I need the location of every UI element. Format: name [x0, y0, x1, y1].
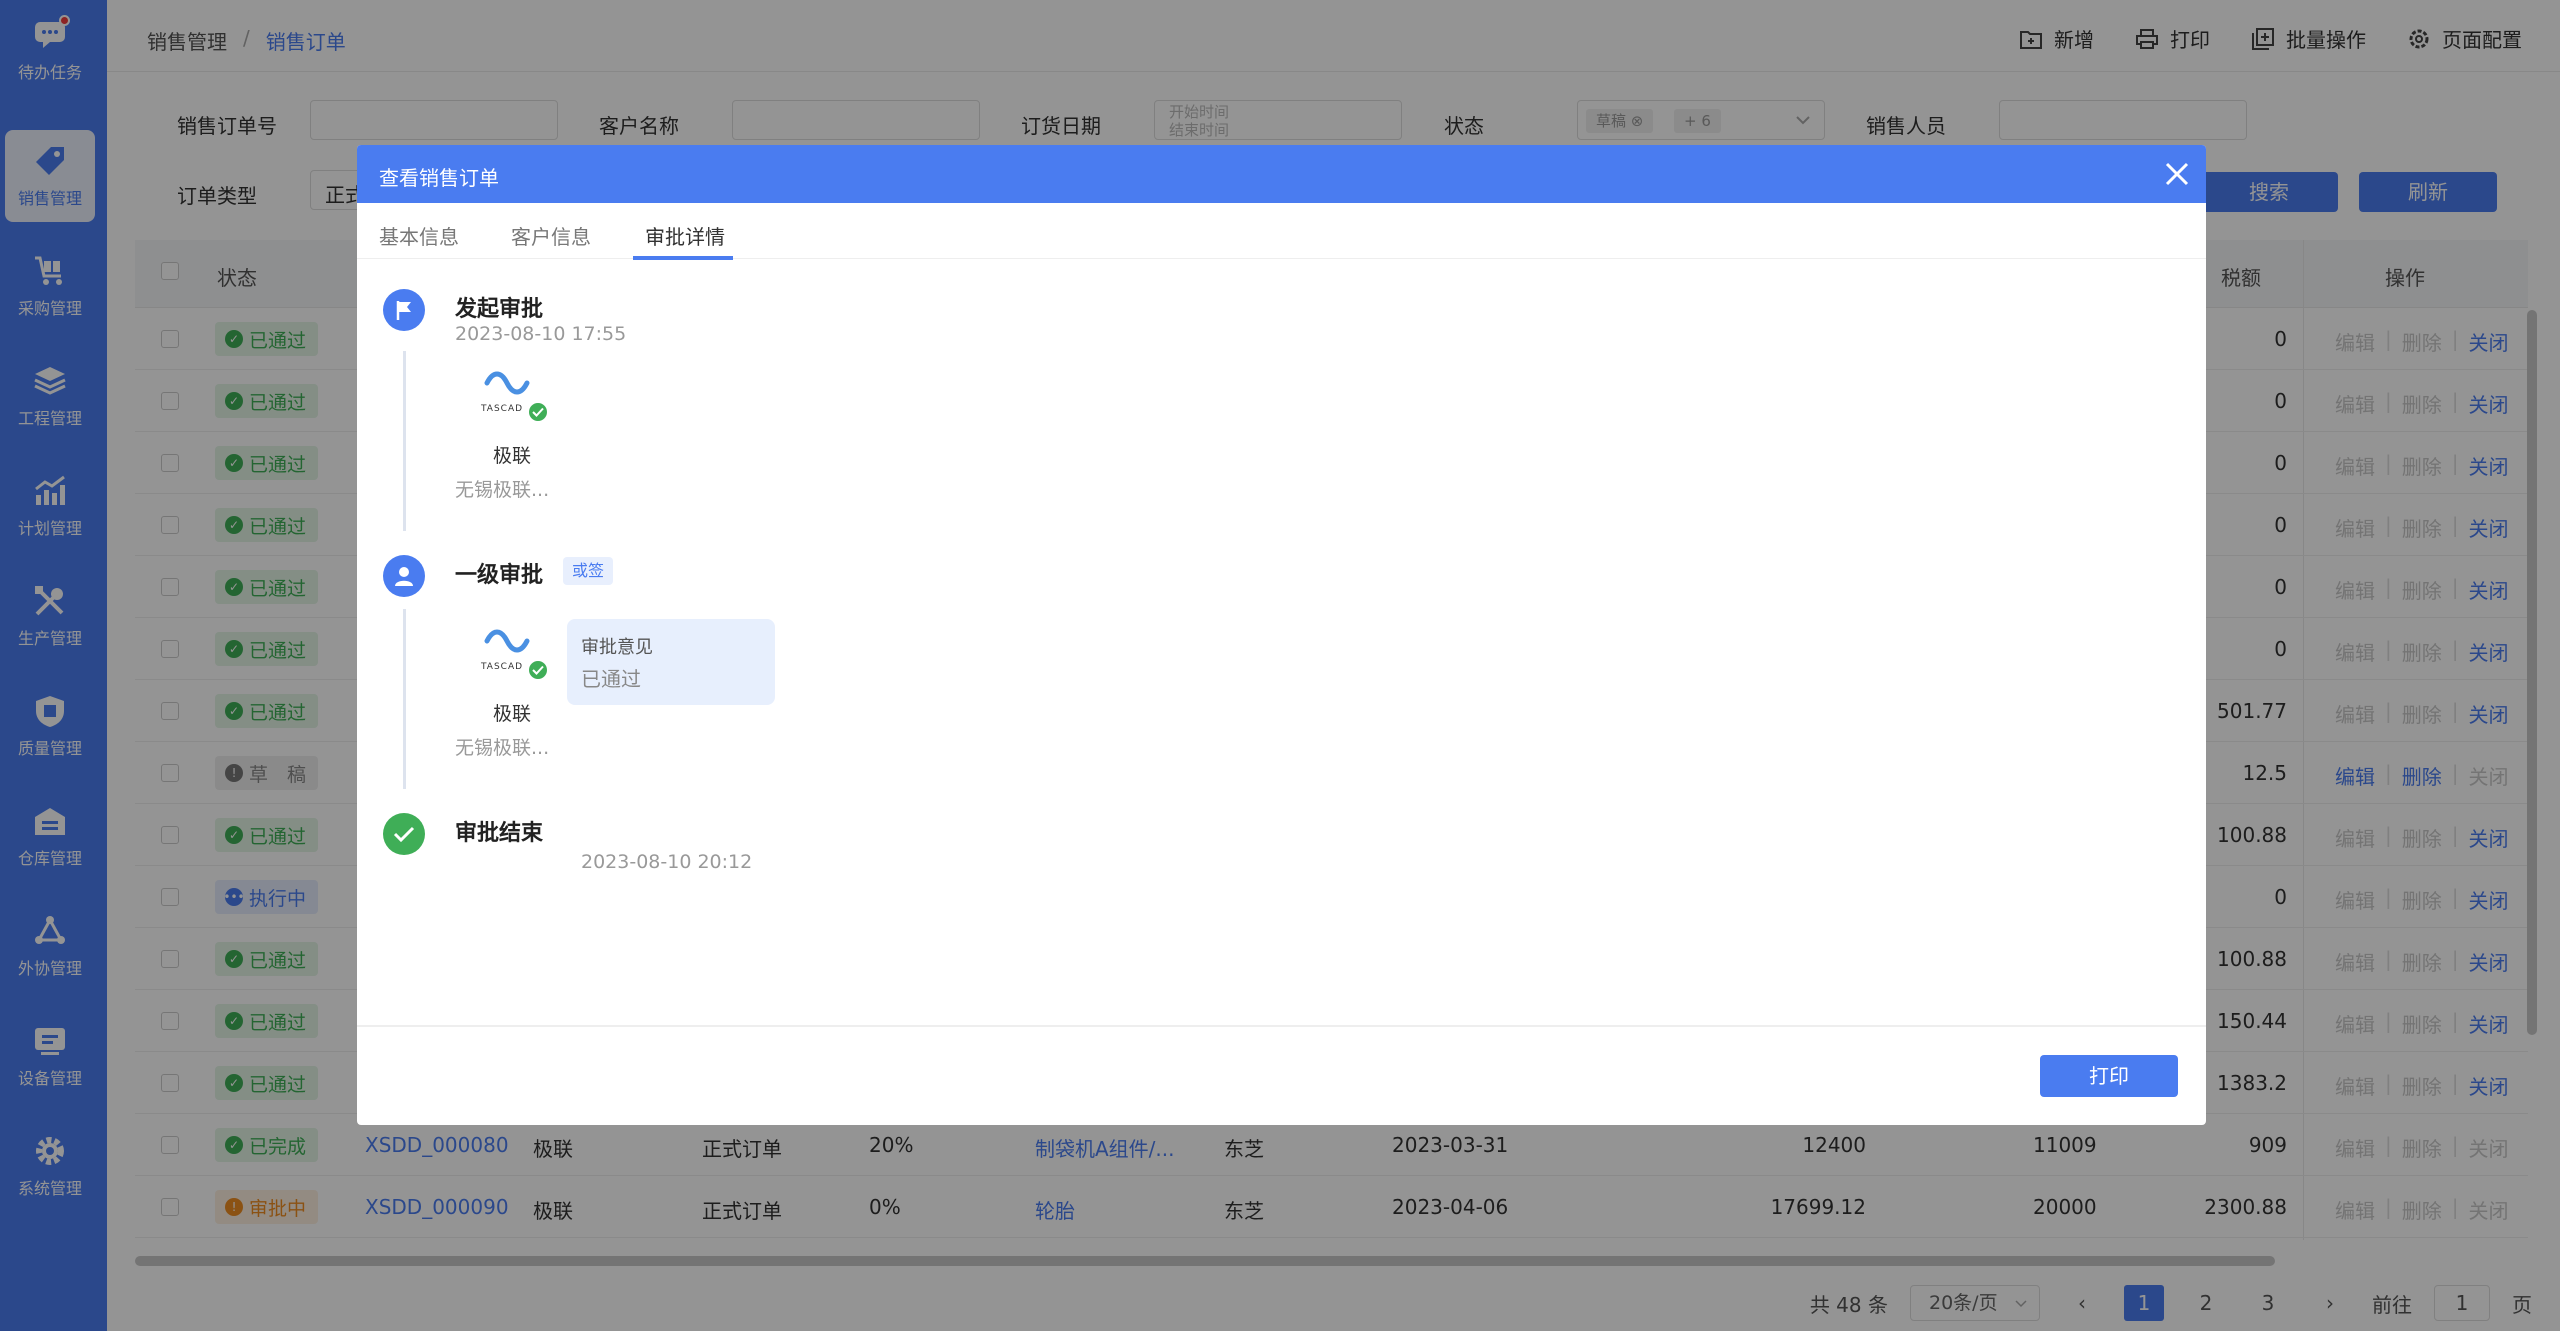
- start-approval-title: 发起审批: [455, 297, 544, 322]
- avatar: TASCAD: [477, 627, 549, 681]
- level1-approval-title: 一级审批: [455, 563, 544, 588]
- avatar: TASCAD: [477, 369, 549, 423]
- approver-org: 无锡极联...: [455, 737, 550, 759]
- start-approval-time: 2023-08-10 17:55: [455, 323, 627, 345]
- dialog-tabs: 基本信息 客户信息 审批详情: [357, 203, 2206, 260]
- flag-icon: [383, 289, 425, 331]
- tab-customer-info[interactable]: 客户信息: [511, 221, 591, 250]
- close-icon: [2165, 162, 2189, 186]
- comment-time: 2023-08-10 20:12: [581, 851, 753, 873]
- svg-text:TASCAD: TASCAD: [480, 404, 523, 414]
- tab-basic-info[interactable]: 基本信息: [379, 221, 459, 250]
- user-icon: [383, 555, 425, 597]
- dialog-title: 查看销售订单: [379, 166, 499, 190]
- approver-name: 极联: [493, 703, 532, 725]
- svg-text:TASCAD: TASCAD: [480, 662, 523, 672]
- dialog-header: 查看销售订单: [357, 145, 2206, 203]
- app-root: 待办任务 销售管理 采购管理 工程管理 计划管理 生产管理 质量管理 仓库管理 …: [0, 0, 2560, 1331]
- approved-check-icon: [527, 659, 549, 681]
- or-sign-tag: 或签: [563, 557, 614, 585]
- view-order-dialog: 查看销售订单 基本信息 客户信息 审批详情 发起审批 2023-08-10 17…: [357, 145, 2206, 1125]
- dialog-print-button[interactable]: 打印: [2040, 1055, 2178, 1097]
- timeline-line: [403, 609, 406, 789]
- approval-comment-card: 审批意见 已通过: [567, 619, 775, 705]
- tab-approval-detail[interactable]: 审批详情: [645, 221, 725, 250]
- approval-timeline: 发起审批 2023-08-10 17:55 TASCAD 极联 无锡极联... …: [357, 259, 2206, 959]
- check-circle-icon: [383, 813, 425, 855]
- approved-check-icon: [527, 401, 549, 423]
- comment-value: 已通过: [581, 667, 641, 691]
- dialog-footer: 打印: [357, 1025, 2206, 1125]
- approver-name: 极联: [493, 445, 532, 467]
- close-button[interactable]: [2160, 157, 2194, 191]
- comment-label: 审批意见: [581, 637, 653, 658]
- approver-org: 无锡极联...: [455, 479, 550, 501]
- approval-end-title: 审批结束: [455, 821, 544, 846]
- timeline-line: [403, 351, 406, 531]
